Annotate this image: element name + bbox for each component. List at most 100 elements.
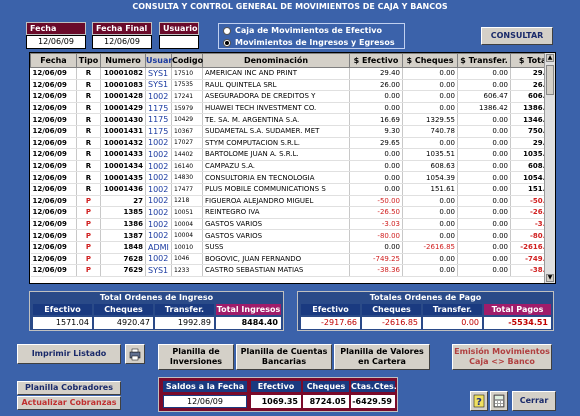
table-cell: -38.36	[349, 264, 403, 277]
grid-header-cell[interactable]: Numero	[100, 53, 146, 68]
scroll-down-arrow-icon[interactable]: ▼	[546, 274, 554, 282]
table-row[interactable]: 12/06/09 P 1386 1002 10004 GASTOS VARIOS -3.03…	[30, 218, 555, 231]
grid-header-cell[interactable]: $ Transfer.	[457, 53, 511, 68]
table-row[interactable]: 12/06/09 P 1387 1002 10004 GASTOS VARIOS -80.0…	[30, 229, 555, 242]
grid-header-cell[interactable]: Usuar	[145, 53, 172, 68]
table-cell: 12/06/09	[30, 218, 77, 231]
usuario-input[interactable]	[159, 35, 199, 49]
table-row[interactable]: 12/06/09 R 10001432 1002 17027 STYM COMPUTACI…	[30, 137, 555, 150]
table-cell: R	[76, 137, 101, 150]
grid-header-cell[interactable]: Tipo	[76, 53, 101, 68]
radio-button[interactable]	[223, 39, 231, 47]
calculator-icon[interactable]	[490, 391, 508, 411]
table-row[interactable]: 12/06/09 P 7629 SYS1 1233 CASTRO SEBASTIAN MA…	[30, 264, 555, 277]
planilla-inversiones-button[interactable]: Planilla de Inversiones	[158, 344, 234, 370]
table-cell: SYS1	[145, 79, 172, 92]
fecha-final-input[interactable]: 12/06/09	[92, 35, 152, 49]
table-row[interactable]: 12/06/09 P 1848 ADMI 10010 SUSS 0.00 -2616.85 0.…	[30, 241, 555, 254]
table-cell: 1002	[145, 229, 172, 242]
table-cell: 0.00	[457, 241, 511, 254]
grid-header-cell[interactable]: Fecha	[30, 53, 77, 68]
table-cell: 12/06/09	[30, 195, 77, 208]
table-cell: 0.00	[457, 148, 511, 161]
table-cell: 0.00	[402, 229, 458, 242]
table-cell: P	[76, 206, 101, 219]
table-cell: 740.78	[402, 125, 458, 138]
table-cell: 10001436	[100, 183, 146, 196]
table-cell: 0.00	[349, 171, 403, 184]
pagos-total-value: -5534.51	[484, 317, 551, 329]
table-row[interactable]: 12/06/09 R 10001083 SYS1 17535 RAUL QUINTELA …	[30, 79, 555, 92]
saldos-ctasctes-header: Ctas.Ctes.	[351, 381, 397, 392]
actualizar-cobranzas-button[interactable]: Actualizar Cobranzas	[17, 396, 121, 410]
table-cell: -50.00	[349, 195, 403, 208]
radio-button[interactable]	[223, 27, 231, 35]
table-cell: ASEGURADORA DE CREDITOS Y	[202, 90, 350, 103]
grid-scrollbar[interactable]: ▲ ▼	[544, 53, 555, 283]
saldos-cheques-value: 8724.05	[303, 395, 349, 408]
emision-movimientos-button[interactable]: Emisión Movimientos Caja <> Banco	[452, 344, 552, 370]
table-cell: 10001428	[100, 90, 146, 103]
table-row[interactable]: 12/06/09 R 10001436 1002 17477 PLUS MOBILE CO…	[30, 183, 555, 196]
consultar-button[interactable]: CONSULTAR	[481, 27, 553, 45]
table-cell: 12/06/09	[30, 160, 77, 173]
table-cell: -2616.85	[402, 241, 458, 254]
cerrar-button[interactable]: Cerrar	[512, 391, 556, 411]
table-cell: 27	[100, 195, 146, 208]
grid-header-cell[interactable]: $ Cheques	[402, 53, 458, 68]
scroll-thumb[interactable]	[546, 65, 554, 95]
table-row[interactable]: 12/06/09 P 1385 1002 10051 REINTEGRO IVA -26.5…	[30, 206, 555, 219]
table-cell: R	[76, 79, 101, 92]
fecha-inicial-input[interactable]: 12/06/09	[26, 35, 86, 49]
table-cell: P	[76, 264, 101, 277]
table-cell: 16.69	[349, 113, 403, 126]
planilla-valores-cartera-button[interactable]: Planilla de Valores en Cartera	[334, 344, 430, 370]
table-cell: 0.00	[457, 218, 511, 231]
planilla-cobradores-button[interactable]: Planilla Cobradores	[17, 381, 121, 395]
table-row[interactable]: 12/06/09 R 10001435 1002 14830 CONSULTORIA EN…	[30, 171, 555, 184]
table-cell: 0.00	[457, 79, 511, 92]
table-cell: 10004	[171, 229, 203, 242]
table-cell: P	[76, 195, 101, 208]
table-cell: SUDAMETAL S.A. SUDAMER. MET	[202, 125, 350, 138]
grid-header-cell[interactable]: Codigo	[171, 53, 203, 68]
table-cell: 9.30	[349, 125, 403, 138]
table-cell: 0.00	[402, 67, 458, 80]
table-row[interactable]: 12/06/09 P 7628 1002 1046 BOGOVIC, JUAN FERNA…	[30, 253, 555, 266]
table-cell: 1175	[145, 125, 172, 138]
table-cell: 10001434	[100, 160, 146, 173]
table-row[interactable]: 12/06/09 R 10001431 1175 10367 SUDAMETAL S.A.…	[30, 125, 555, 138]
table-cell: 12/06/09	[30, 241, 77, 254]
table-row[interactable]: 12/06/09 R 10001434 1002 16140 CAMPAZU S.A. 0.…	[30, 160, 555, 173]
table-cell: 0.00	[457, 206, 511, 219]
table-cell: 7629	[100, 264, 146, 277]
radio-caja-efectivo[interactable]: Caja de Movimientos de Efectivo	[223, 25, 382, 37]
saldos-date-input[interactable]: 12/06/09	[163, 395, 247, 408]
table-cell: 10001082	[100, 67, 146, 80]
table-row[interactable]: 12/06/09 R 10001433 1002 14402 BARTOLOME JUAN…	[30, 148, 555, 161]
planilla-cuentas-bancarias-button[interactable]: Planilla de Cuentas Bancarias	[236, 344, 332, 370]
grid-header-cell[interactable]: $ Efectivo	[349, 53, 403, 68]
window-title: CONSULTA Y CONTROL GENERAL DE MOVIMIENTO…	[0, 0, 580, 13]
imprimir-listado-button[interactable]: Imprimir Listado	[17, 344, 121, 364]
ingresos-efectivo-header: Efectivo	[33, 304, 92, 315]
printer-icon[interactable]	[125, 344, 145, 364]
saldos-ctasctes-value: -6429.59	[351, 395, 395, 408]
table-cell: R	[76, 160, 101, 173]
table-row[interactable]: 12/06/09 R 10001428 1002 17241 ASEGURADORA DE…	[30, 90, 555, 103]
scroll-up-arrow-icon[interactable]: ▲	[546, 54, 554, 62]
table-row[interactable]: 12/06/09 R 10001082 SYS1 17510 AMERICAN INC A…	[30, 67, 555, 80]
saldos-cheques-header: Cheques	[303, 381, 349, 392]
table-cell: 1329.55	[402, 113, 458, 126]
table-cell: 1218	[171, 195, 203, 208]
movements-grid[interactable]: Fecha Tipo Numero Usuar Codigo Denominación $ …	[29, 52, 556, 284]
table-row[interactable]: 12/06/09 R 10001430 1175 10429 TE. SA. M. ARG…	[30, 113, 555, 126]
table-cell: 10001435	[100, 171, 146, 184]
help-icon[interactable]: ?	[470, 391, 488, 411]
table-cell: 10367	[171, 125, 203, 138]
table-row[interactable]: 12/06/09 P 27 1002 1218 FIGUEROA ALEJANDRO MI…	[30, 195, 555, 208]
grid-header-cell[interactable]: Denominación	[202, 53, 350, 68]
table-cell: STYM COMPUTACION S.R.L.	[202, 137, 350, 150]
table-row[interactable]: 12/06/09 R 10001429 1175 15979 HUAWEI TECH IN…	[30, 102, 555, 115]
radio-ingresos-egresos[interactable]: Movimientos de Ingresos y Egresos	[223, 37, 395, 49]
